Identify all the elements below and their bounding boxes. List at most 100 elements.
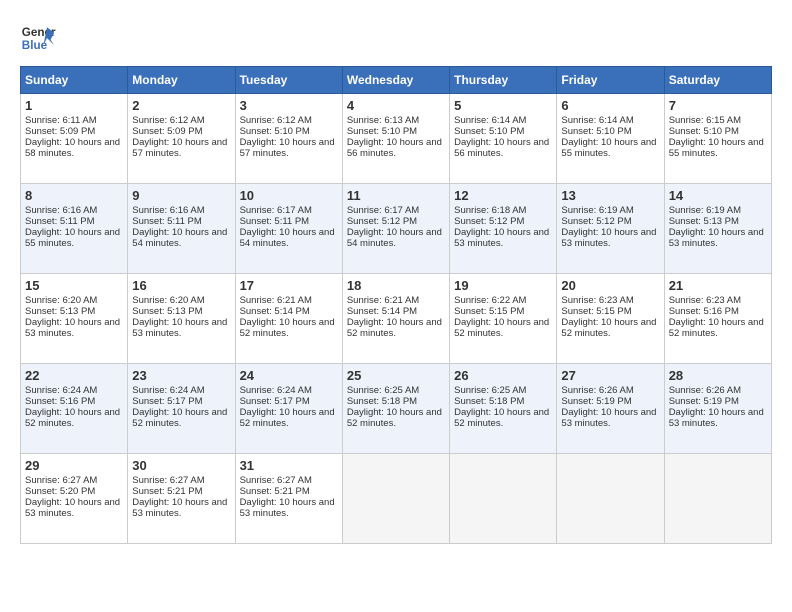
daylight-label: Daylight: 10 hours and 55 minutes.	[561, 137, 656, 159]
daylight-label: Daylight: 10 hours and 53 minutes.	[240, 497, 335, 519]
week-row-3: 15 Sunrise: 6:20 AM Sunset: 5:13 PM Dayl…	[21, 274, 772, 364]
sunset-label: Sunset: 5:21 PM	[132, 486, 202, 497]
day-number: 20	[561, 278, 659, 293]
sunset-label: Sunset: 5:10 PM	[454, 126, 524, 137]
sunrise-label: Sunrise: 6:21 AM	[240, 295, 312, 306]
sunset-label: Sunset: 5:17 PM	[132, 396, 202, 407]
day-cell: 3 Sunrise: 6:12 AM Sunset: 5:10 PM Dayli…	[235, 94, 342, 184]
sunrise-label: Sunrise: 6:15 AM	[669, 115, 741, 126]
day-number: 23	[132, 368, 230, 383]
day-cell: 9 Sunrise: 6:16 AM Sunset: 5:11 PM Dayli…	[128, 184, 235, 274]
day-cell: 1 Sunrise: 6:11 AM Sunset: 5:09 PM Dayli…	[21, 94, 128, 184]
sunset-label: Sunset: 5:09 PM	[25, 126, 95, 137]
day-number: 25	[347, 368, 445, 383]
week-row-1: 1 Sunrise: 6:11 AM Sunset: 5:09 PM Dayli…	[21, 94, 772, 184]
daylight-label: Daylight: 10 hours and 52 minutes.	[669, 317, 764, 339]
daylight-label: Daylight: 10 hours and 52 minutes.	[454, 407, 549, 429]
daylight-label: Daylight: 10 hours and 53 minutes.	[25, 317, 120, 339]
day-number: 1	[25, 98, 123, 113]
sunrise-label: Sunrise: 6:13 AM	[347, 115, 419, 126]
day-cell: 16 Sunrise: 6:20 AM Sunset: 5:13 PM Dayl…	[128, 274, 235, 364]
daylight-label: Daylight: 10 hours and 52 minutes.	[454, 317, 549, 339]
daylight-label: Daylight: 10 hours and 53 minutes.	[669, 227, 764, 249]
daylight-label: Daylight: 10 hours and 58 minutes.	[25, 137, 120, 159]
sunrise-label: Sunrise: 6:14 AM	[561, 115, 633, 126]
sunset-label: Sunset: 5:11 PM	[25, 216, 95, 227]
sunset-label: Sunset: 5:18 PM	[347, 396, 417, 407]
sunset-label: Sunset: 5:14 PM	[347, 306, 417, 317]
sunset-label: Sunset: 5:09 PM	[132, 126, 202, 137]
day-number: 24	[240, 368, 338, 383]
day-number: 21	[669, 278, 767, 293]
day-cell: 22 Sunrise: 6:24 AM Sunset: 5:16 PM Dayl…	[21, 364, 128, 454]
calendar-table: SundayMondayTuesdayWednesdayThursdayFrid…	[20, 66, 772, 544]
sunset-label: Sunset: 5:14 PM	[240, 306, 310, 317]
col-header-sunday: Sunday	[21, 67, 128, 94]
daylight-label: Daylight: 10 hours and 55 minutes.	[669, 137, 764, 159]
sunrise-label: Sunrise: 6:20 AM	[25, 295, 97, 306]
day-number: 19	[454, 278, 552, 293]
sunset-label: Sunset: 5:11 PM	[132, 216, 202, 227]
sunrise-label: Sunrise: 6:23 AM	[561, 295, 633, 306]
col-header-thursday: Thursday	[450, 67, 557, 94]
daylight-label: Daylight: 10 hours and 52 minutes.	[132, 407, 227, 429]
sunrise-label: Sunrise: 6:24 AM	[132, 385, 204, 396]
sunset-label: Sunset: 5:10 PM	[669, 126, 739, 137]
logo: General Blue	[20, 20, 56, 56]
sunset-label: Sunset: 5:17 PM	[240, 396, 310, 407]
day-cell: 15 Sunrise: 6:20 AM Sunset: 5:13 PM Dayl…	[21, 274, 128, 364]
day-number: 27	[561, 368, 659, 383]
header-row: SundayMondayTuesdayWednesdayThursdayFrid…	[21, 67, 772, 94]
sunset-label: Sunset: 5:13 PM	[669, 216, 739, 227]
daylight-label: Daylight: 10 hours and 52 minutes.	[240, 407, 335, 429]
daylight-label: Daylight: 10 hours and 54 minutes.	[240, 227, 335, 249]
day-cell: 10 Sunrise: 6:17 AM Sunset: 5:11 PM Dayl…	[235, 184, 342, 274]
sunset-label: Sunset: 5:11 PM	[240, 216, 310, 227]
col-header-tuesday: Tuesday	[235, 67, 342, 94]
day-cell: 19 Sunrise: 6:22 AM Sunset: 5:15 PM Dayl…	[450, 274, 557, 364]
day-cell: 18 Sunrise: 6:21 AM Sunset: 5:14 PM Dayl…	[342, 274, 449, 364]
day-number: 26	[454, 368, 552, 383]
day-cell: 27 Sunrise: 6:26 AM Sunset: 5:19 PM Dayl…	[557, 364, 664, 454]
day-number: 17	[240, 278, 338, 293]
day-number: 9	[132, 188, 230, 203]
logo-icon: General Blue	[20, 20, 56, 56]
daylight-label: Daylight: 10 hours and 53 minutes.	[454, 227, 549, 249]
daylight-label: Daylight: 10 hours and 53 minutes.	[132, 497, 227, 519]
day-number: 13	[561, 188, 659, 203]
day-cell: 7 Sunrise: 6:15 AM Sunset: 5:10 PM Dayli…	[664, 94, 771, 184]
sunset-label: Sunset: 5:19 PM	[669, 396, 739, 407]
day-number: 4	[347, 98, 445, 113]
sunset-label: Sunset: 5:18 PM	[454, 396, 524, 407]
day-cell: 23 Sunrise: 6:24 AM Sunset: 5:17 PM Dayl…	[128, 364, 235, 454]
svg-text:Blue: Blue	[22, 39, 48, 52]
week-row-2: 8 Sunrise: 6:16 AM Sunset: 5:11 PM Dayli…	[21, 184, 772, 274]
day-cell: 25 Sunrise: 6:25 AM Sunset: 5:18 PM Dayl…	[342, 364, 449, 454]
daylight-label: Daylight: 10 hours and 53 minutes.	[132, 317, 227, 339]
day-number: 18	[347, 278, 445, 293]
sunrise-label: Sunrise: 6:25 AM	[454, 385, 526, 396]
empty-cell	[342, 454, 449, 544]
day-number: 22	[25, 368, 123, 383]
sunrise-label: Sunrise: 6:22 AM	[454, 295, 526, 306]
daylight-label: Daylight: 10 hours and 54 minutes.	[132, 227, 227, 249]
day-number: 31	[240, 458, 338, 473]
sunrise-label: Sunrise: 6:16 AM	[25, 205, 97, 216]
daylight-label: Daylight: 10 hours and 52 minutes.	[347, 317, 442, 339]
sunrise-label: Sunrise: 6:12 AM	[240, 115, 312, 126]
day-cell: 13 Sunrise: 6:19 AM Sunset: 5:12 PM Dayl…	[557, 184, 664, 274]
sunrise-label: Sunrise: 6:24 AM	[240, 385, 312, 396]
day-cell: 2 Sunrise: 6:12 AM Sunset: 5:09 PM Dayli…	[128, 94, 235, 184]
daylight-label: Daylight: 10 hours and 52 minutes.	[561, 317, 656, 339]
daylight-label: Daylight: 10 hours and 53 minutes.	[669, 407, 764, 429]
sunset-label: Sunset: 5:10 PM	[240, 126, 310, 137]
sunset-label: Sunset: 5:16 PM	[25, 396, 95, 407]
sunrise-label: Sunrise: 6:16 AM	[132, 205, 204, 216]
header: General Blue	[20, 20, 772, 56]
day-cell: 14 Sunrise: 6:19 AM Sunset: 5:13 PM Dayl…	[664, 184, 771, 274]
day-number: 11	[347, 188, 445, 203]
day-cell: 4 Sunrise: 6:13 AM Sunset: 5:10 PM Dayli…	[342, 94, 449, 184]
sunrise-label: Sunrise: 6:25 AM	[347, 385, 419, 396]
day-number: 10	[240, 188, 338, 203]
day-cell: 17 Sunrise: 6:21 AM Sunset: 5:14 PM Dayl…	[235, 274, 342, 364]
